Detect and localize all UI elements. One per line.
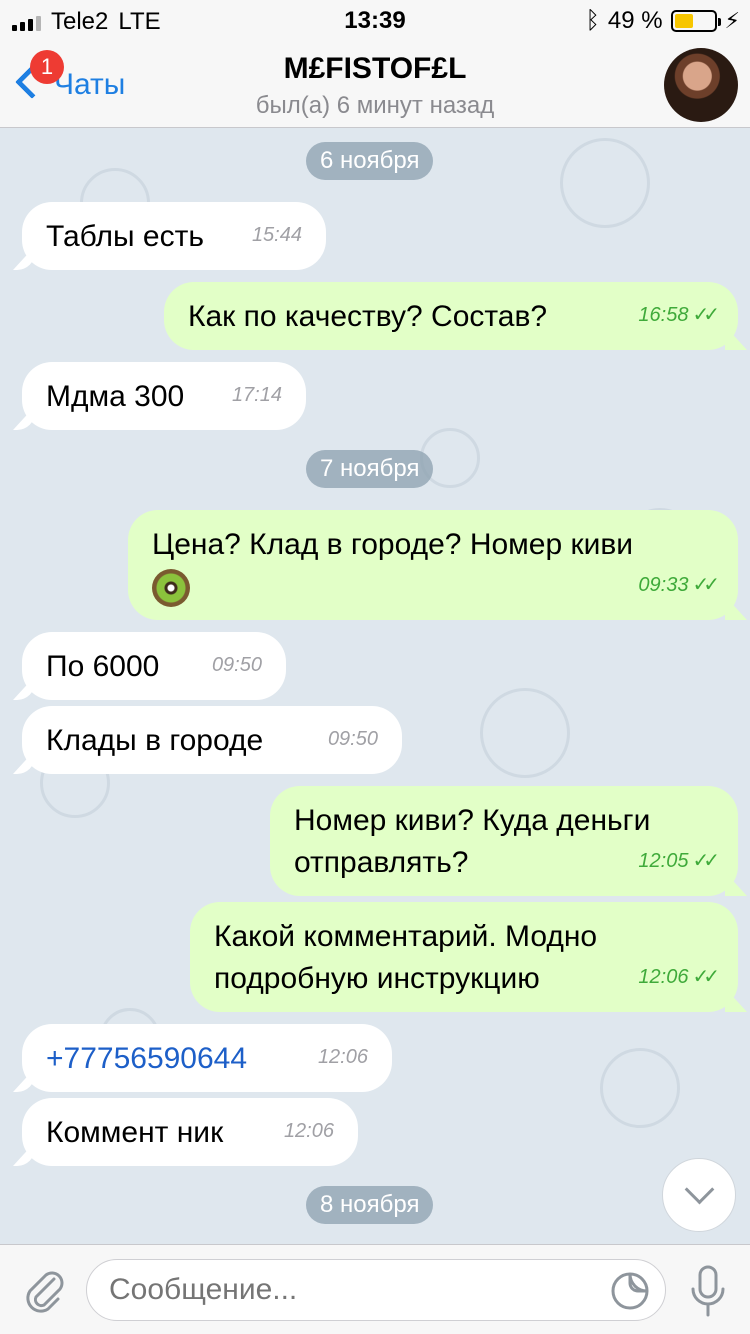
message-incoming[interactable]: Таблы есть 15:44 bbox=[22, 202, 326, 270]
message-text: Мдма 300 bbox=[46, 380, 185, 413]
message-text: Номер киви? Куда деньги отправлять? bbox=[294, 804, 651, 879]
avatar[interactable] bbox=[664, 48, 738, 122]
composer-bar bbox=[0, 1244, 750, 1334]
message-text: Клады в городе bbox=[46, 724, 264, 757]
message-time: 12:06 bbox=[283, 1120, 334, 1142]
paperclip-icon[interactable] bbox=[20, 1265, 66, 1315]
message-outgoing[interactable]: Номер киви? Куда деньги отправлять? 12:0… bbox=[270, 786, 738, 896]
message-text: По 6000 bbox=[46, 650, 160, 683]
message-text: Таблы есть bbox=[46, 220, 204, 253]
message-time: 12:06 bbox=[317, 1046, 368, 1068]
sticker-icon[interactable] bbox=[610, 1271, 650, 1311]
message-time: 09:50 bbox=[327, 728, 378, 750]
phone-number-link[interactable]: +77756590644 bbox=[46, 1042, 247, 1075]
message-input[interactable] bbox=[86, 1259, 666, 1321]
message-incoming[interactable]: По 6000 09:50 bbox=[22, 632, 286, 700]
read-ticks-icon: ✓✓ bbox=[692, 850, 719, 872]
scroll-to-bottom-button[interactable] bbox=[662, 1158, 736, 1232]
message-time: 12:05 bbox=[638, 850, 689, 872]
message-time: 09:33 bbox=[638, 574, 689, 596]
wallpaper-doodle bbox=[600, 1048, 680, 1128]
message-meta: 09:33 ✓✓ bbox=[638, 564, 719, 606]
bluetooth-icon: ᛒ bbox=[585, 7, 600, 34]
message-text: Цена? Клад в городе? Номер киви bbox=[152, 528, 634, 561]
date-separator: 8 ноября bbox=[306, 1186, 434, 1224]
message-meta: 16:58 ✓✓ bbox=[638, 294, 719, 336]
message-text: Коммент ник bbox=[46, 1116, 224, 1149]
date-separator: 6 ноября bbox=[306, 142, 434, 180]
read-ticks-icon: ✓✓ bbox=[692, 304, 719, 326]
kiwi-emoji-icon bbox=[152, 569, 190, 608]
message-incoming[interactable]: Коммент ник 12:06 bbox=[22, 1098, 358, 1166]
message-time: 17:14 bbox=[231, 384, 282, 406]
message-incoming[interactable]: Мдма 300 17:14 bbox=[22, 362, 306, 430]
battery-icon bbox=[670, 10, 721, 32]
message-time: 12:06 bbox=[638, 966, 689, 988]
charging-icon: ⚡ bbox=[724, 8, 740, 33]
chat-title[interactable]: M£FISTOF£L bbox=[0, 52, 750, 86]
message-incoming[interactable]: Клады в городе 09:50 bbox=[22, 706, 402, 774]
message-time: 15:44 bbox=[251, 224, 302, 246]
message-outgoing[interactable]: Как по качеству? Состав? 16:58 ✓✓ bbox=[164, 282, 738, 350]
chat-header: Чаты 1 M£FISTOF£L был(а) 6 минут назад bbox=[0, 40, 750, 128]
message-list[interactable]: 6 ноября Таблы есть 15:44 Как по качеств… bbox=[0, 128, 750, 1244]
wallpaper-doodle bbox=[480, 688, 570, 778]
message-text: Как по качеству? Состав? bbox=[188, 300, 548, 333]
message-outgoing[interactable]: Какой комментарий. Модно подробную инстр… bbox=[190, 902, 738, 1012]
status-bar: Tele2 LTE 13:39 ᛒ 49 % ⚡ bbox=[0, 0, 750, 40]
battery-fill bbox=[674, 14, 694, 28]
wallpaper-doodle bbox=[560, 138, 650, 228]
message-incoming[interactable]: +77756590644 12:06 bbox=[22, 1024, 392, 1092]
last-seen-status: был(а) 6 минут назад bbox=[255, 92, 495, 119]
message-time: 16:58 bbox=[638, 304, 689, 326]
message-text: Какой комментарий. Модно подробную инстр… bbox=[214, 920, 598, 995]
message-time: 09:50 bbox=[211, 654, 262, 676]
status-right: ᛒ 49 % ⚡ bbox=[585, 7, 740, 35]
microphone-icon[interactable] bbox=[688, 1263, 728, 1319]
date-separator: 7 ноября bbox=[306, 450, 434, 488]
message-outgoing[interactable]: Цена? Клад в городе? Номер киви 09:33 ✓✓ bbox=[128, 510, 738, 620]
battery-percent: 49 % bbox=[607, 7, 663, 34]
message-meta: 12:05 ✓✓ bbox=[638, 840, 719, 882]
message-meta: 12:06 ✓✓ bbox=[638, 956, 719, 998]
read-ticks-icon: ✓✓ bbox=[692, 966, 719, 988]
read-ticks-icon: ✓✓ bbox=[692, 574, 719, 596]
